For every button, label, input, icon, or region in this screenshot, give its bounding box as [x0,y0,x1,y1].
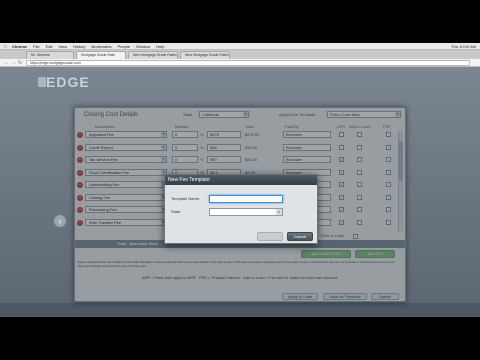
browser-tab-active[interactable]: Mortgage Grade Rate [76,51,126,59]
forward-icon[interactable]: → [11,60,16,66]
chevron-left-icon[interactable]: ‹ [54,215,66,227]
menu-app[interactable]: Chrome [12,43,27,50]
browser-tab[interactable]: Mr. Webinar [26,51,74,59]
new-fee-template-dialog: New Fee Template Template Name: State ▼ … [164,174,318,244]
template-name-input[interactable] [209,195,283,203]
dialog-title: New Fee Template [165,175,317,185]
screen:  Chrome File Edit View History Bookmark… [0,43,480,317]
template-name-label: Template Name: [171,196,201,201]
menu-file[interactable]: File [33,43,39,50]
apple-icon[interactable]:  [4,43,7,50]
menubar-clock: Thu 10:00 AM [451,44,476,49]
menu-bookmarks[interactable]: Bookmarks [92,43,112,50]
reload-icon[interactable]: ↻ [18,60,22,66]
address-bar[interactable]: https://edge.mortgagecoach.com [26,60,470,66]
menu-people[interactable]: People [118,43,130,50]
browser-tabbar: Mr. Webinar Mortgage Grade Rate New Mort… [0,50,480,59]
browser-toolbar: ← → ↻ https://edge.mortgagecoach.com [0,59,480,67]
dialog-state-select[interactable]: ▼ [209,208,283,216]
chevron-down-icon: ▼ [276,209,282,215]
back-icon[interactable]: ← [4,60,9,66]
dialog-state-label: State [171,209,181,214]
menu-window[interactable]: Window [136,43,150,50]
app-footer [0,303,480,317]
app-background: EDGE ‹ Closing Cost Details State Califo… [0,67,480,317]
dialog-cancel-button[interactable]: Cancel [287,232,313,241]
browser-tab[interactable]: New Mortgage Grade Rates [180,51,230,59]
app-logo: EDGE [46,74,90,90]
menu-view[interactable]: View [58,43,67,50]
dialog-save-button[interactable]: Save [257,232,283,241]
menu-history[interactable]: History [73,43,85,50]
mac-menubar:  Chrome File Edit View History Bookmark… [0,43,480,50]
menu-edit[interactable]: Edit [46,43,53,50]
logo-icon [38,77,46,87]
menu-help[interactable]: Help [156,43,164,50]
browser-tab[interactable]: New Mortgage Grade Rates [128,51,178,59]
